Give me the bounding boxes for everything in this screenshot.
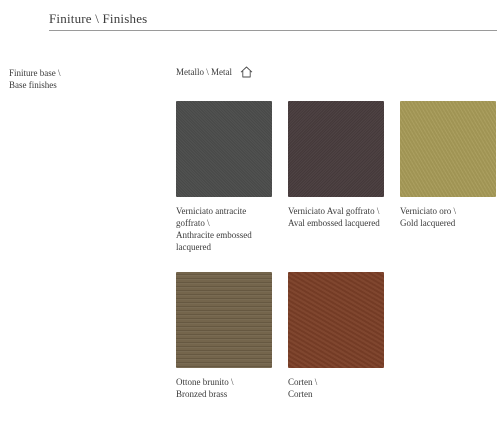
swatch-gold-lacquered[interactable] [400,101,496,197]
section-label-line-1: Finiture base \ [9,68,61,78]
caption-line: Verniciato antracite [176,206,247,216]
swatch-caption-bronzed-brass: Ottone brunito \ Bronzed brass [176,376,276,400]
swatch-corten[interactable] [288,272,384,368]
caption-line: Corten [288,389,313,399]
material-label: Metallo \ Metal [176,67,232,77]
swatch-anthracite-embossed[interactable] [176,101,272,197]
swatch-caption-corten: Corten \ Corten [288,376,388,400]
caption-line: Bronzed brass [176,389,228,399]
caption-line: Verniciato oro \ [400,206,456,216]
caption-line: Anthracite embossed [176,230,252,240]
swatch-aval-embossed[interactable] [288,101,384,197]
caption-line: Corten \ [288,377,318,387]
page-title: Finiture \ Finishes [49,11,148,26]
caption-line: Ottone brunito \ [176,377,234,387]
caption-line: Aval embossed lacquered [288,218,380,228]
title-divider [49,30,497,31]
swatch-caption-anthracite: Verniciato antracite goffrato \ Anthraci… [176,205,276,253]
caption-line: goffrato \ [176,218,210,228]
caption-line: Gold lacquered [400,218,456,228]
swatch-caption-aval: Verniciato Aval goffrato \ Aval embossed… [288,205,398,229]
swatch-caption-gold: Verniciato oro \ Gold lacquered [400,205,496,229]
home-icon[interactable] [240,66,253,78]
section-label-line-2: Base finishes [9,80,57,90]
material-heading: Metallo \ Metal [176,66,253,78]
caption-line: Verniciato Aval goffrato \ [288,206,380,216]
section-label: Finiture base \ Base finishes [9,67,61,91]
caption-line: lacquered [176,242,211,252]
swatch-bronzed-brass[interactable] [176,272,272,368]
